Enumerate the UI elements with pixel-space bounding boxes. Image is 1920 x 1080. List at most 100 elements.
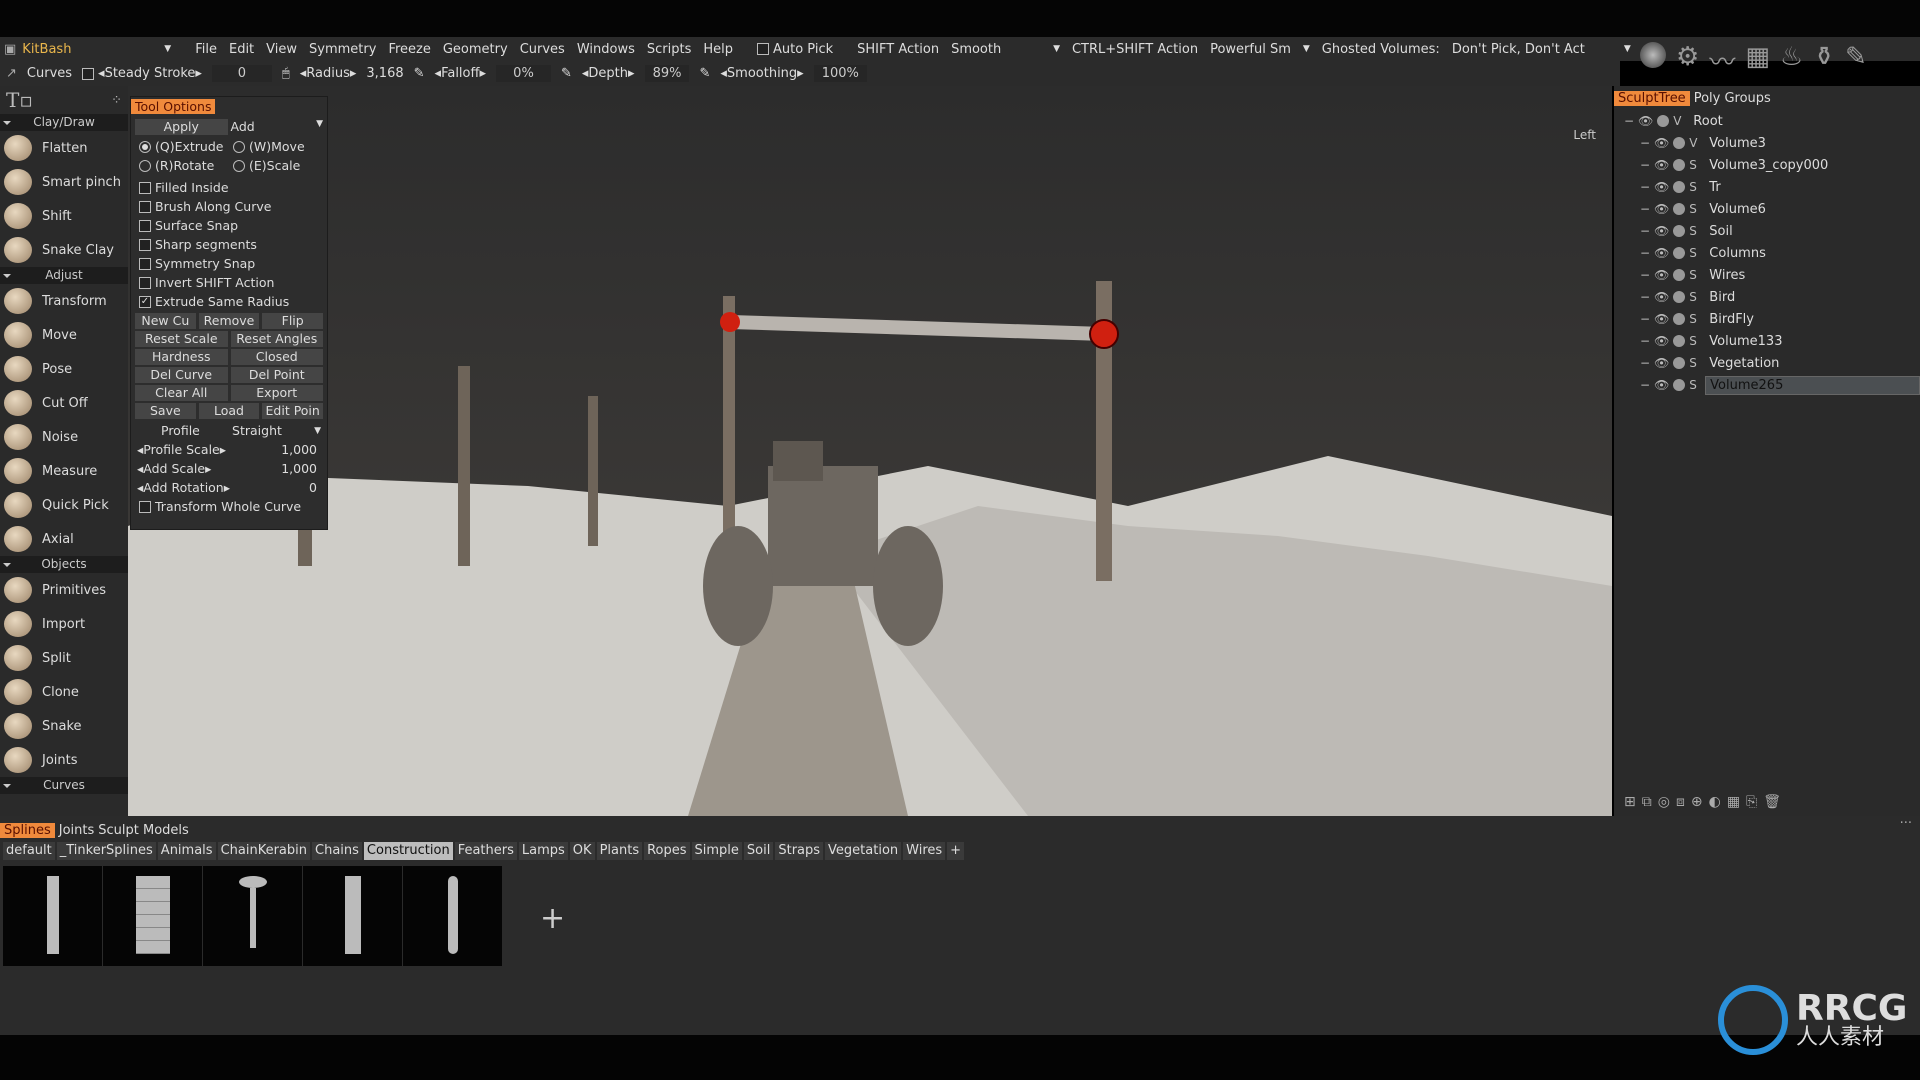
checkbox-symmetry-snap[interactable]: Symmetry Snap	[131, 254, 327, 273]
spline-thumbnail-post[interactable]	[303, 866, 402, 966]
merge-icon[interactable]: ⧈	[1676, 794, 1685, 810]
ghost-toggle-icon[interactable]	[1673, 247, 1686, 259]
delete-icon[interactable]: 🗑	[1763, 794, 1781, 810]
ghost-toggle-icon[interactable]	[1673, 225, 1686, 237]
eye-icon[interactable]: 👁	[1654, 136, 1669, 150]
tree-item-wires[interactable]: − 👁 S Wires	[1614, 264, 1920, 286]
auto-pick-checkbox[interactable]: Auto Pick	[756, 42, 845, 57]
category-tinkersplines[interactable]: _TinkerSplines	[56, 842, 156, 860]
category-chains[interactable]: Chains	[312, 842, 362, 860]
tree-item-tr[interactable]: − 👁 S Tr	[1614, 176, 1920, 198]
eye-icon[interactable]: 👁	[1654, 158, 1669, 172]
eye-icon[interactable]: 👁	[1654, 378, 1669, 392]
ghost-toggle-icon[interactable]	[1657, 115, 1670, 127]
flip-button[interactable]: Flip	[262, 313, 324, 329]
add-spline-button[interactable]: +	[540, 901, 565, 936]
smoothing-value[interactable]: 100%	[813, 65, 867, 82]
category-vegetation[interactable]: Vegetation	[825, 842, 902, 860]
param-add-rotation[interactable]: ◂Add Rotation▸ 0	[131, 478, 327, 497]
menu-symmetry[interactable]: Symmetry	[309, 42, 376, 57]
tool-flatten[interactable]: Flatten	[0, 131, 128, 165]
eye-icon[interactable]: 👁	[1654, 312, 1669, 326]
new-cu-button[interactable]: New Cu	[135, 313, 196, 329]
spline-thumbnail-nail[interactable]	[203, 866, 302, 966]
collapse-icon[interactable]: −	[1640, 202, 1650, 216]
3d-viewport[interactable]: Left	[128, 86, 1612, 816]
collapse-icon[interactable]: −	[1640, 334, 1650, 348]
falloff-slider-label[interactable]: ◂Falloff▸	[435, 66, 486, 81]
param-add-scale[interactable]: ◂Add Scale▸ 1,000	[131, 459, 327, 478]
tool-split[interactable]: Split	[0, 641, 128, 675]
tree-item-volume265[interactable]: − 👁 S Volume265	[1614, 374, 1920, 396]
tool-move[interactable]: Move	[0, 318, 128, 352]
ghost-toggle-icon[interactable]	[1673, 335, 1686, 347]
preset-select[interactable]: KitBash	[22, 42, 152, 57]
category-feathers[interactable]: Feathers	[454, 842, 517, 860]
del-point-button[interactable]: Del Point	[230, 367, 323, 383]
export-button[interactable]: Export	[230, 385, 323, 401]
grid-icon[interactable]: ▦	[1727, 794, 1740, 810]
preset-dropdown-icon[interactable]: ▼	[164, 44, 171, 54]
checkbox-extrude-same-radius[interactable]: ✓ Extrude Same Radius	[131, 292, 327, 311]
load-button[interactable]: Load	[198, 403, 260, 419]
ghost-toggle-icon[interactable]	[1673, 181, 1686, 193]
collapse-icon[interactable]: −	[1640, 268, 1650, 282]
ghosted-select[interactable]: Don't Pick, Don't Act	[1452, 42, 1612, 57]
falloff-value[interactable]: 0%	[495, 65, 551, 82]
smoothing-slider-label[interactable]: ◂Smoothing▸	[720, 66, 803, 81]
ctrl-shift-select[interactable]: Powerful Sm	[1210, 42, 1291, 57]
app-icon[interactable]: ▣	[4, 42, 16, 57]
checkbox-filled-inside[interactable]: Filled Inside	[131, 178, 327, 197]
section-clay-draw[interactable]: Clay/Draw	[0, 114, 128, 131]
eye-icon[interactable]: 👁	[1654, 290, 1669, 304]
ghost-toggle-icon[interactable]	[1673, 313, 1686, 325]
category-ok[interactable]: OK	[569, 842, 595, 860]
collapse-icon[interactable]: −	[1640, 290, 1650, 304]
radio-q-extrude[interactable]: (Q)Extrude	[139, 137, 233, 156]
section-objects[interactable]: Objects	[0, 556, 128, 573]
ctrl-shift-dropdown-icon[interactable]: ▼	[1303, 44, 1310, 54]
stroke-icon[interactable]: 〰	[1709, 42, 1735, 79]
category-wires[interactable]: Wires	[903, 842, 946, 860]
collapse-icon[interactable]: −	[1640, 356, 1650, 370]
tool-primitives[interactable]: Primitives	[0, 573, 128, 607]
tree-item-birdfly[interactable]: − 👁 S BirdFly	[1614, 308, 1920, 330]
add-category-button[interactable]: +	[947, 842, 965, 860]
edit-poin-button[interactable]: Edit Poin	[262, 403, 324, 419]
menu-view[interactable]: View	[266, 42, 297, 57]
del-curve-button[interactable]: Del Curve	[135, 367, 228, 383]
save-button[interactable]: Save	[135, 403, 196, 419]
menu-scripts[interactable]: Scripts	[647, 42, 691, 57]
menu-freeze[interactable]: Freeze	[388, 42, 430, 57]
reset-angles-button[interactable]: Reset Angles	[230, 331, 323, 347]
add-volume-icon[interactable]: ⊞	[1624, 794, 1636, 810]
apply-button[interactable]: Apply	[135, 119, 228, 135]
collapse-icon[interactable]: −	[1640, 136, 1650, 150]
steady-stroke-value[interactable]: 0	[211, 65, 272, 82]
sphere-icon[interactable]	[1640, 42, 1666, 68]
sphere-add-icon[interactable]: ◎	[1658, 794, 1670, 810]
section-curves[interactable]: Curves	[0, 777, 128, 794]
gear-brush-icon[interactable]: ⚙	[1676, 42, 1699, 79]
category-straps[interactable]: Straps	[775, 842, 824, 860]
split-icon[interactable]: ◐	[1709, 794, 1721, 810]
checkbox-surface-snap[interactable]: Surface Snap	[131, 216, 327, 235]
eye-icon[interactable]: 👁	[1654, 356, 1669, 370]
ghost-toggle-icon[interactable]	[1673, 159, 1686, 171]
checker-icon[interactable]: ▦	[1745, 42, 1770, 79]
tool-measure[interactable]: Measure	[0, 454, 128, 488]
category-simple[interactable]: Simple	[691, 842, 742, 860]
tool-quick-pick[interactable]: Quick Pick	[0, 488, 128, 522]
depth-pen-icon[interactable]: ✎	[561, 66, 572, 81]
radio-w-move[interactable]: (W)Move	[233, 137, 327, 156]
panel-more-icon[interactable]: ···	[1900, 816, 1912, 831]
ghosted-dropdown-icon[interactable]: ▼	[1624, 44, 1631, 54]
ghost-toggle-icon[interactable]	[1673, 269, 1686, 281]
radio-e-scale[interactable]: (E)Scale	[233, 156, 327, 175]
materials-icon[interactable]: ⚱	[1813, 42, 1835, 79]
checkbox-invert-shift-action[interactable]: Invert SHIFT Action	[131, 273, 327, 292]
collapse-icon[interactable]: −	[1640, 224, 1650, 238]
eye-icon[interactable]: 👁	[1654, 268, 1669, 282]
smoothing-pen-icon[interactable]: ✎	[699, 66, 710, 81]
collapse-icon[interactable]: −	[1640, 158, 1650, 172]
